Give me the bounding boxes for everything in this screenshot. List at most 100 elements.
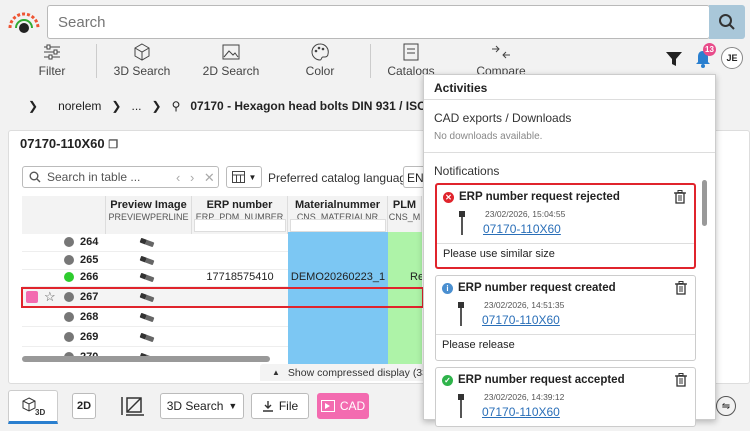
erp-filter-input[interactable] (194, 219, 286, 232)
table-search-placeholder: Search in table ... (47, 170, 141, 184)
2d-search-tool-button[interactable]: 2D Search (200, 40, 262, 82)
chevron-down-icon: ▼ (248, 172, 257, 182)
erp-number-cell (192, 232, 288, 252)
notification-part-link[interactable]: 07170-110X60 (483, 222, 561, 236)
chevron-up-icon: ▲ (272, 368, 280, 377)
preview-image (139, 307, 155, 327)
notification-title: ERP number request created (458, 282, 616, 294)
panel-title-text: 07170-110X60 (20, 136, 105, 151)
notification-part-link[interactable]: 07170-110X60 (482, 313, 560, 327)
cube-3d-icon: 3D (22, 397, 45, 416)
plm-cell (388, 307, 422, 327)
table-row[interactable]: 269 (22, 327, 422, 347)
selected-row-highlight (21, 287, 424, 308)
plm-cell (388, 232, 422, 252)
preview-image (139, 267, 155, 287)
row-number: 269 (80, 331, 99, 343)
search-field[interactable] (47, 5, 710, 39)
table-view-select[interactable]: ▼ (226, 166, 262, 188)
compressed-label: Show compressed display (331) (287, 366, 430, 379)
compare-icon (492, 45, 510, 59)
3d-search-button[interactable]: 3D Search ▼ (160, 393, 244, 419)
copy-icon[interactable]: ❐ (108, 139, 118, 151)
notification-time: 23/02/2026, 14:51:35 (484, 300, 565, 310)
cad-export-button[interactable]: CAD (317, 393, 369, 419)
table-row[interactable]: 266 17718575410 DEMO20260223_1Rele (22, 267, 422, 287)
plm-cell: Rele (388, 267, 422, 287)
tab-3d-label: 3D (35, 408, 45, 416)
tab-2d[interactable]: 2D (72, 393, 96, 419)
notification-title: ERP number request rejected (459, 191, 620, 203)
breadcrumb-item-ellipsis[interactable]: ... (131, 99, 141, 113)
panel-title: 07170-110X60 ❐ (20, 136, 118, 151)
search-input[interactable] (48, 6, 709, 38)
chevron-right-icon: ❯ (28, 99, 39, 113)
row-number: 268 (80, 311, 99, 323)
cad-button-label: CAD (339, 399, 366, 413)
file-export-button[interactable]: File (251, 393, 309, 419)
cube-icon (134, 43, 150, 61)
funnel-icon[interactable] (665, 50, 683, 71)
erp-number-cell (192, 307, 288, 327)
part-icon: ⚲ (171, 99, 181, 113)
success-status-icon: ✓ (442, 375, 453, 386)
filter-label: Filter (38, 64, 66, 78)
preview-image (139, 232, 155, 252)
3d-search-tool-button[interactable]: 3D Search (112, 40, 172, 82)
preview-image (139, 327, 155, 347)
table-icon (231, 171, 245, 183)
table-search-nav[interactable]: ‹ › ✕ (176, 170, 218, 186)
breadcrumb: ❯ norelem ❯ ... ❯ ⚲ 07170 - Hexagon head… (0, 92, 430, 120)
material-number-cell (288, 232, 388, 252)
column-code: PREVIEWPERLINE (108, 212, 189, 222)
header-status-col (22, 196, 106, 234)
status-dot (64, 267, 74, 287)
notification-card[interactable]: i ERP number request created 23/02/2026, 1… (435, 275, 696, 361)
row-number: 266 (80, 271, 99, 283)
trash-icon[interactable] (674, 190, 686, 207)
notification-card[interactable]: ✓ ERP number request accepted 23/02/2026, … (435, 367, 696, 427)
material-number-cell (288, 327, 388, 347)
cad-exports-title: CAD exports / Downloads (434, 111, 572, 125)
cad-icon (320, 400, 335, 412)
filter-tool-button[interactable]: Filter (32, 40, 72, 82)
trash-icon[interactable] (675, 373, 687, 390)
table-row[interactable]: 268 (22, 307, 422, 327)
breadcrumb-item-norelem[interactable]: norelem (58, 99, 101, 113)
app-logo-icon[interactable] (6, 8, 42, 34)
column-name: ERP number (206, 199, 273, 211)
search-icon (29, 171, 41, 183)
horizontal-scrollbar[interactable] (22, 356, 422, 362)
3d-search-button-label: 3D Search (166, 399, 224, 413)
collapse-icon[interactable]: ⇋ (716, 396, 736, 416)
download-icon (262, 401, 273, 412)
material-number-cell: DEMO20260223_1 (288, 267, 388, 287)
3d-search-label: 3D Search (113, 64, 171, 78)
search-button[interactable] (709, 5, 745, 39)
column-name: Materialnummer (295, 199, 380, 211)
notification-title: ERP number request accepted (458, 374, 625, 386)
material-filter-input[interactable] (290, 219, 386, 232)
header-plm[interactable]: PLM CNS_M (388, 196, 422, 234)
2d-search-label: 2D Search (202, 64, 260, 78)
trash-icon[interactable] (675, 281, 687, 298)
chevron-down-icon: ▼ (228, 401, 238, 411)
column-name: PLM (392, 199, 417, 211)
tab-3d[interactable]: 3D (8, 390, 58, 424)
error-status-icon: ✕ (443, 192, 454, 203)
header-preview-image[interactable]: Preview Image PREVIEWPERLINE (106, 196, 192, 234)
measure-icon[interactable] (120, 395, 146, 420)
color-tool-button[interactable]: Color (300, 40, 340, 82)
show-compressed-display-button[interactable]: ▲ Show compressed display (331) (260, 364, 430, 381)
status-dot (64, 232, 74, 252)
table-row[interactable]: 264 (22, 232, 422, 252)
notification-part-link[interactable]: 07170-110X60 (482, 405, 560, 419)
catalog-icon (403, 43, 419, 61)
plm-cell (388, 327, 422, 347)
sliders-icon (44, 44, 60, 60)
notification-message: Please release (442, 339, 515, 351)
notification-card[interactable]: ✕ ERP number request rejected 23/02/2026, … (435, 183, 696, 269)
avatar[interactable]: JE (721, 47, 743, 69)
search-icon (719, 14, 735, 30)
notifications-scrollbar[interactable] (702, 180, 707, 226)
